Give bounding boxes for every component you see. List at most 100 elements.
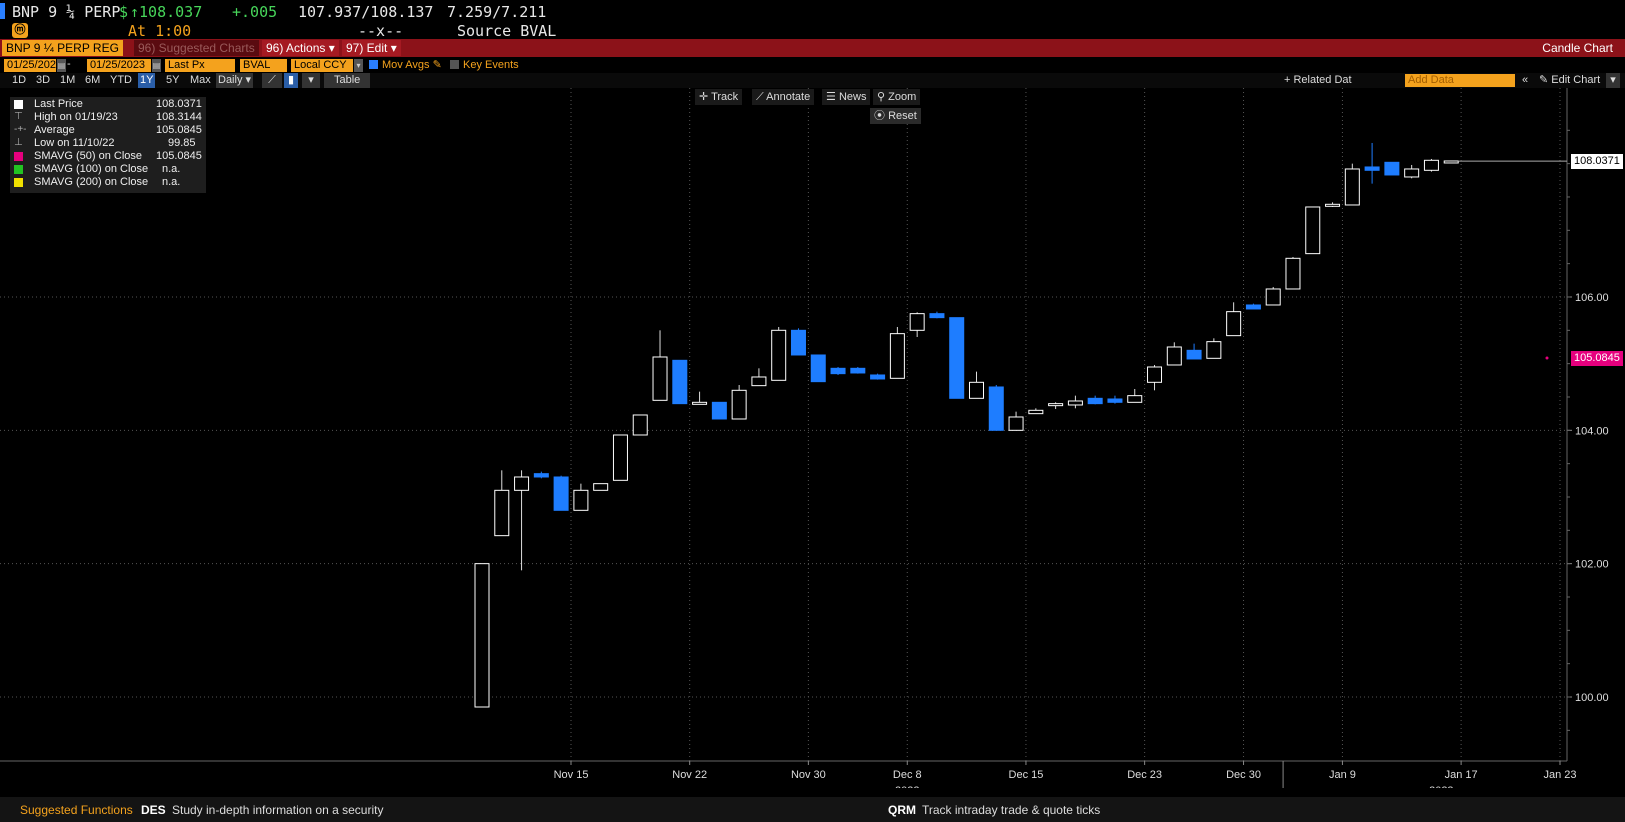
actions-menu[interactable]: 96) Actions ▾	[262, 40, 339, 56]
chart-legend[interactable]: Last Price 108.0371 ⊤ High on 01/19/23 1…	[10, 97, 206, 193]
crosshair-icon: ✛	[699, 91, 709, 103]
key-events-checkbox[interactable]: Key Events	[450, 59, 519, 72]
magnifier-icon: ⚲	[877, 91, 886, 103]
candle-up	[1206, 341, 1222, 359]
period-select[interactable]: Daily ▾	[216, 73, 254, 88]
y-tick-label: 100.00	[1575, 692, 1609, 704]
reset-icon: ⦿	[874, 110, 885, 122]
line-chart-icon[interactable]: ⟋	[262, 73, 282, 88]
legend-label: Low on 11/10/22	[34, 137, 115, 149]
security-field[interactable]: BNP 9 ¼ PERP REG	[2, 40, 123, 56]
candle-up	[1067, 400, 1083, 406]
candle-down	[672, 359, 688, 405]
candle-icon[interactable]: ▮	[284, 73, 298, 88]
news-label: News	[838, 91, 867, 103]
edit-menu[interactable]: 97) Edit ▾	[342, 40, 401, 56]
end-date-field[interactable]: 01/25/2023	[87, 59, 151, 72]
des-function-text[interactable]: Study in-depth information on a security	[172, 803, 383, 817]
add-data-input[interactable]: Add Data	[1405, 74, 1515, 87]
candle-up	[909, 313, 925, 331]
candle-up	[969, 381, 984, 399]
pencil-icon[interactable]: ✎	[433, 59, 442, 71]
footer-bar: Suggested Functions DES Study in-depth i…	[0, 797, 1625, 822]
related-data-button[interactable]: + Related Dat	[1282, 73, 1354, 88]
candle-chart[interactable]: 100.00102.00104.00106.00 Nov 15 Nov 22 Nov…	[0, 88, 1625, 788]
qrm-function-text[interactable]: Track intraday trade & quote ticks	[922, 803, 1100, 817]
collapse-icon[interactable]: «	[1520, 73, 1530, 88]
legend-label: SMAVG (200) on Close	[34, 176, 149, 188]
key-events-label: Key Events	[463, 59, 519, 71]
sma50-price-tag: 105.0845	[1571, 351, 1623, 367]
year-label: 2023	[1429, 785, 1453, 788]
y-tick-label: 102.00	[1575, 559, 1609, 571]
source-select[interactable]: BVAL	[240, 59, 287, 72]
candle-down	[533, 473, 549, 478]
placeholder-x: --x--	[358, 22, 404, 40]
y-tick-label: 106.00	[1575, 292, 1609, 304]
mov-avgs-checkbox[interactable]: Mov Avgs ✎	[369, 59, 442, 72]
calendar-icon[interactable]: ▤	[57, 59, 66, 72]
candle-down	[1384, 161, 1400, 176]
qrm-function-code[interactable]: QRM	[888, 803, 916, 817]
start-date-field[interactable]: 01/25/2022	[4, 59, 62, 72]
chevron-down-icon[interactable]: ▾	[302, 73, 320, 88]
range-max[interactable]: Max	[188, 73, 213, 88]
x-tick-label: Nov 30	[791, 769, 826, 781]
chevron-down-icon[interactable]: ▾	[354, 59, 363, 72]
currency-select[interactable]: Local CCY	[291, 59, 353, 72]
suggested-functions-label: Suggested Functions	[20, 803, 133, 817]
edit-chart-button[interactable]: ✎ Edit Chart	[1537, 73, 1602, 88]
range-1m[interactable]: 1M	[58, 73, 77, 88]
candle-down	[711, 401, 727, 420]
candle-up	[1127, 395, 1143, 403]
legend-sma200: SMAVG (200) on Close n.a.	[10, 176, 206, 189]
legend-last-price: Last Price 108.0371	[10, 98, 206, 111]
calendar-icon[interactable]: ▤	[152, 59, 161, 72]
des-function-code[interactable]: DES	[141, 803, 166, 817]
candle-up	[1443, 160, 1459, 164]
zoom-tool[interactable]: ⚲ Zoom	[873, 89, 921, 105]
candle-down	[830, 367, 846, 375]
candle-up	[1404, 168, 1420, 178]
legend-value: 105.0845	[156, 124, 202, 136]
field-select[interactable]: Last Px	[165, 59, 235, 72]
legend-label: Average	[34, 124, 75, 136]
annotate-tool[interactable]: ⟋ Annotate	[752, 89, 815, 105]
range-1d[interactable]: 1D	[10, 73, 28, 88]
suggested-charts-button[interactable]: 96) Suggested Charts	[134, 40, 259, 56]
chart-grid	[0, 88, 1568, 762]
legend-swatch	[14, 152, 23, 161]
year-label: 2022	[895, 785, 919, 788]
table-button[interactable]: Table	[324, 73, 371, 88]
x-tick-label: Jan 23	[1543, 769, 1576, 781]
candle-up	[1305, 206, 1321, 255]
range-1y[interactable]: 1Y	[138, 73, 156, 88]
last-price: ↑108.037	[130, 3, 203, 21]
legend-low: ⊥ Low on 11/10/22 99.85	[10, 137, 206, 150]
candle-up	[1147, 366, 1163, 383]
low-marker-icon: ⊥	[14, 137, 23, 148]
bid-ask: 107.937/108.137	[298, 3, 434, 21]
range-3d[interactable]: 3D	[34, 73, 52, 88]
news-tool[interactable]: ☰ News	[822, 89, 871, 105]
range-row: 1D 3D 1M 6M YTD 1Y 5Y Max Daily ▾ ⟋ ▮ ▾ …	[0, 73, 1625, 88]
range-6m[interactable]: 6M	[83, 73, 102, 88]
range-ytd[interactable]: YTD	[108, 73, 134, 88]
x-tick-label: Dec 8	[893, 769, 922, 781]
candle-up	[632, 414, 648, 436]
track-tool[interactable]: ✛ Track	[695, 89, 743, 105]
range-5y[interactable]: 5Y	[164, 73, 181, 88]
quote-header: BNP 9 ¼ PERP $ ↑108.037 +.005 107.937/10…	[0, 0, 1625, 22]
legend-swatch	[14, 178, 23, 187]
mov-avgs-label: Mov Avgs	[382, 59, 430, 71]
x-tick-label: Jan 9	[1329, 769, 1356, 781]
x-tick-label: Jan 17	[1445, 769, 1478, 781]
chevron-down-icon[interactable]: ▾	[1606, 73, 1620, 88]
candle-down	[810, 354, 826, 383]
average-marker-icon: -+-	[14, 124, 27, 135]
candle-up	[1028, 409, 1044, 415]
reset-button[interactable]: ⦿ Reset	[870, 108, 921, 124]
chart-type-title: Candle Chart	[1542, 41, 1613, 55]
alert-icon[interactable]: ⓜ	[12, 23, 28, 38]
legend-label: High on 01/19/23	[34, 111, 118, 123]
